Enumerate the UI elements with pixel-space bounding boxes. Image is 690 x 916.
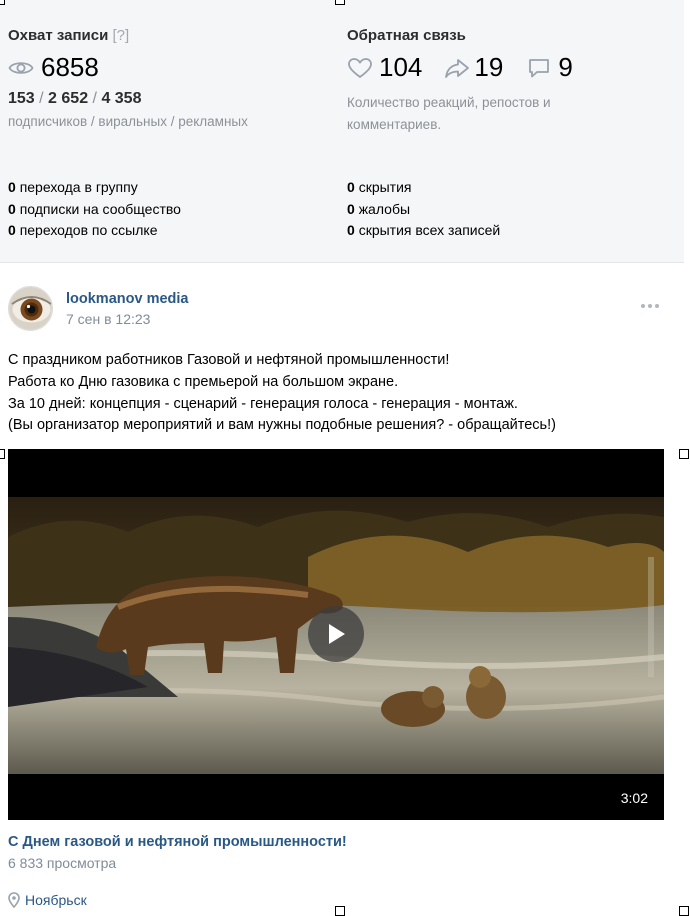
selection-handle[interactable] — [0, 0, 5, 5]
reach-subscribers: 153 — [8, 90, 35, 107]
post-author-link[interactable]: lookmanov media — [66, 291, 188, 307]
repost-icon — [444, 57, 470, 79]
selection-handle[interactable] — [0, 449, 5, 459]
list-item: 0 скрытия — [347, 179, 412, 195]
post-text-line: (Вы организатор мероприятий и вам нужны … — [8, 417, 556, 434]
likes-count: 104 — [379, 52, 423, 82]
reach-legend: подписчиков / виральных / рекламных — [8, 114, 248, 129]
comments-count: 9 — [558, 52, 573, 82]
location-link[interactable]: Ноябрьск — [8, 892, 87, 908]
video-title-link[interactable]: С Днем газовой и нефтяной промышленности… — [8, 834, 347, 850]
post-stats-panel: Охват записи [?] 6858 153 / 2 652 / 4 35… — [0, 0, 684, 263]
heart-icon — [347, 57, 373, 79]
feedback-title: Обратная связь — [347, 27, 466, 44]
reach-sep: / — [88, 90, 102, 107]
post-text-line: Работа ко Дню газовика с премьерой на бо… — [8, 373, 399, 390]
actions-left-list: 0 перехода в группу 0 подписки на сообще… — [8, 177, 181, 242]
selection-handle[interactable] — [679, 906, 689, 916]
selection-handle[interactable] — [335, 0, 345, 5]
reach-help-link[interactable]: [?] — [113, 27, 130, 44]
list-item: 0 подписки на сообщество — [8, 200, 181, 217]
list-item: 0 скрытия всех записей — [347, 222, 501, 238]
video-player[interactable]: 3:02 — [8, 449, 664, 820]
video-views: 6 833 просмотра — [8, 855, 117, 871]
play-icon — [329, 624, 345, 644]
feedback-description: Количество реакций, репостов и комментар… — [347, 95, 551, 132]
selection-handle[interactable] — [679, 449, 689, 459]
list-item: 0 переходов по ссылке — [8, 222, 158, 238]
post-text-line: С праздником работников Газовой и нефтян… — [8, 352, 450, 368]
reach-ads: 4 358 — [101, 90, 142, 107]
location-text: Ноябрьск — [25, 892, 87, 908]
more-dots-icon — [641, 304, 659, 308]
reach-sep: / — [34, 90, 49, 107]
reach-viral: 2 652 — [48, 90, 89, 107]
play-button[interactable] — [308, 606, 364, 662]
eye-icon — [8, 59, 34, 77]
actions-right-list: 0 скрытия 0 жалобы 0 скрытия всех записе… — [347, 177, 500, 242]
reach-breakdown: 153 / 2 652 / 4 358 — [8, 90, 141, 108]
reposts-count: 19 — [474, 52, 504, 82]
post-date-link[interactable]: 7 сен в 12:23 — [66, 311, 150, 327]
avatar[interactable] — [8, 286, 53, 331]
feedback-counts-row: 104 19 9 — [347, 52, 573, 83]
post-text: С праздником работников Газовой и нефтян… — [8, 350, 678, 437]
selection-handle[interactable] — [335, 906, 345, 916]
reach-views-count: 6858 — [41, 52, 99, 82]
video-duration: 3:02 — [620, 790, 648, 806]
reach-title: Охват записи [?] — [8, 27, 129, 44]
more-options-button[interactable] — [640, 297, 660, 315]
location-pin-icon — [8, 892, 20, 908]
list-item: 0 перехода в группу — [8, 179, 138, 195]
comment-icon — [527, 57, 551, 79]
reach-title-text: Охват записи — [8, 27, 109, 44]
list-item: 0 жалобы — [347, 200, 411, 217]
post-text-line: За 10 дней: концепция - сценарий - генер… — [8, 395, 518, 412]
reach-views-row: 6858 — [8, 52, 99, 83]
